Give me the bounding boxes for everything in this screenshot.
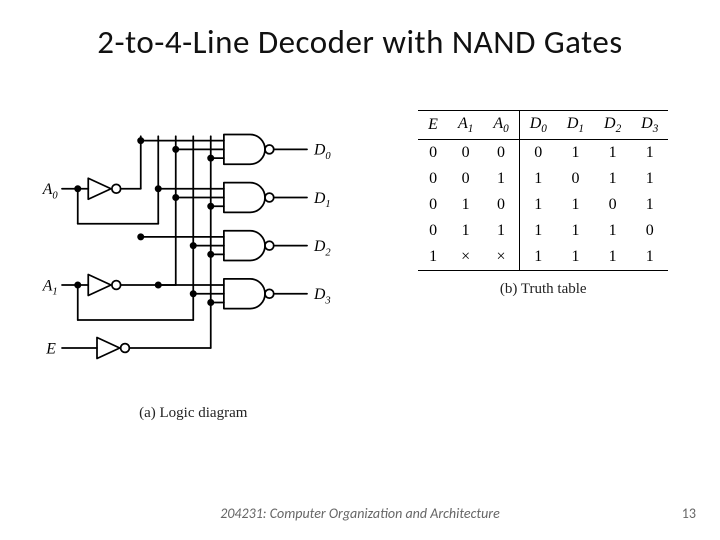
nand-gate-icon: [224, 231, 274, 261]
th-D2: D2: [594, 111, 631, 140]
logic-diagram-svg: A0 A1 E: [20, 110, 367, 390]
label-E: E: [45, 340, 56, 357]
table-row: 0111110: [418, 218, 668, 244]
not-gate-icon: [88, 275, 111, 296]
truth-table-header-row: E A1 A0 D0 D1 D2 D3: [418, 111, 668, 140]
th-E: E: [418, 111, 448, 140]
nand-gate-icon: [224, 183, 274, 213]
not-bubble-icon: [112, 184, 121, 193]
table-row: 0000111: [418, 140, 668, 167]
nand-gate-icon: [224, 135, 274, 165]
table-row: 1××1111: [418, 244, 668, 271]
label-A1: A1: [42, 277, 58, 297]
slide: 2-to-4-Line Decoder with NAND Gates A0 A…: [0, 0, 720, 540]
th-D1: D1: [557, 111, 594, 140]
label-D3: D3: [313, 286, 331, 306]
not-bubble-icon: [121, 344, 130, 353]
slide-title: 2-to-4-Line Decoder with NAND Gates: [0, 22, 720, 62]
th-D3: D3: [631, 111, 668, 140]
not-gate-icon: [88, 178, 111, 199]
logic-diagram-panel: A0 A1 E: [20, 110, 367, 480]
label-D1: D1: [313, 190, 331, 210]
label-D0: D0: [313, 142, 331, 162]
truth-table: E A1 A0 D0 D1 D2 D3 0000111 0011011 0101…: [418, 110, 668, 271]
content-area: A0 A1 E: [20, 110, 700, 480]
truth-table-caption: (b) Truth table: [500, 281, 587, 298]
table-row: 0101101: [418, 192, 668, 218]
label-D2: D2: [313, 238, 331, 258]
label-A0: A0: [42, 181, 59, 201]
nand-gate-icon: [224, 279, 274, 309]
diagram-caption: (a) Logic diagram: [20, 405, 367, 422]
not-gate-icon: [97, 338, 120, 359]
truth-table-body: 0000111 0011011 0101101 0111110 1××1111: [418, 140, 668, 271]
footer-text: 204231: Computer Organization and Archit…: [0, 505, 720, 522]
th-D0: D0: [519, 111, 557, 140]
not-bubble-icon: [112, 281, 121, 290]
truth-table-panel: E A1 A0 D0 D1 D2 D3 0000111 0011011 0101…: [387, 110, 701, 480]
table-row: 0011011: [418, 166, 668, 192]
th-A1: A1: [448, 111, 483, 140]
th-A0: A0: [483, 111, 519, 140]
page-number: 13: [682, 505, 696, 522]
